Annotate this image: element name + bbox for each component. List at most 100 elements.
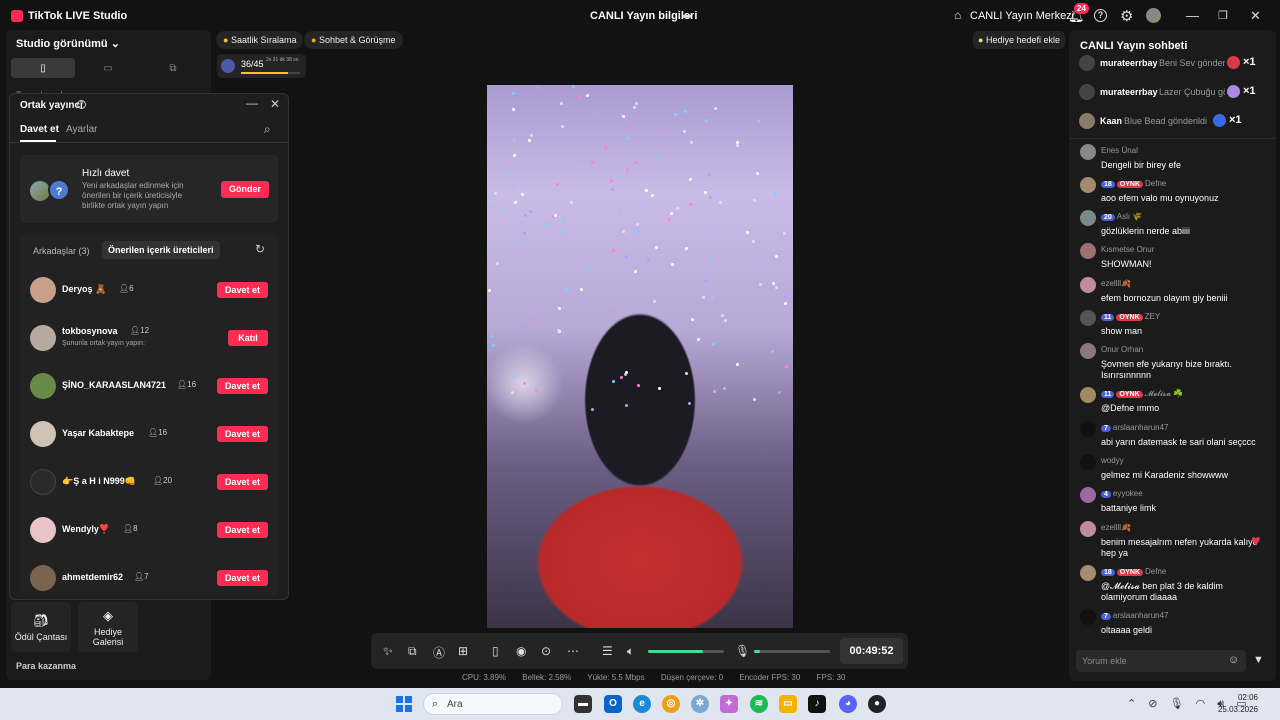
volume-slider[interactable] bbox=[648, 650, 724, 653]
search-icon[interactable]: ⌕ bbox=[264, 122, 271, 137]
invite-button[interactable]: Davet et bbox=[217, 522, 268, 538]
avatar bbox=[1079, 84, 1095, 100]
tab-suggested-creators[interactable]: Önerilen içerik üreticileri bbox=[102, 241, 220, 259]
edge-icon[interactable]: e bbox=[633, 695, 651, 713]
taskbar-search[interactable]: ⌕ Ara bbox=[423, 693, 563, 715]
outlook-icon[interactable]: O bbox=[604, 695, 622, 713]
chevron-up-icon[interactable]: ⌃ bbox=[1127, 698, 1136, 710]
message-username[interactable]: Aslı 🌾 bbox=[1117, 212, 1143, 221]
tab-friends[interactable]: Arkadaşlar (3) bbox=[33, 246, 90, 256]
message-username[interactable]: ezellll🍂 bbox=[1101, 279, 1131, 288]
clock-date[interactable]: 25.03.2026 bbox=[1203, 705, 1258, 714]
avatar[interactable] bbox=[1080, 310, 1096, 326]
share-icon[interactable]: ➦ bbox=[682, 9, 692, 23]
network-app-icon[interactable]: ✲ bbox=[691, 695, 709, 713]
microphone-icon[interactable]: 🎙︎ bbox=[1170, 698, 1184, 710]
magic-effects-icon[interactable]: ✨︎ bbox=[383, 644, 393, 659]
avatar[interactable] bbox=[1080, 565, 1096, 581]
info-icon[interactable]: ? bbox=[77, 100, 86, 109]
reward-bag-tile[interactable]: 🎒︎ Ödül Çantası bbox=[11, 602, 71, 652]
tab-settings[interactable]: Ayarlar bbox=[66, 124, 98, 135]
file-explorer-icon[interactable]: ▭ bbox=[779, 695, 797, 713]
discord-icon[interactable]: ◕ bbox=[839, 695, 857, 713]
studio-view-dropdown[interactable]: Studio görünümü ⌄ bbox=[16, 37, 120, 50]
add-gift-goal-button[interactable]: ● Hediye hedefi ekle bbox=[973, 31, 1066, 49]
message-username[interactable]: eyyokee bbox=[1113, 489, 1143, 498]
close-icon[interactable]: ✕ bbox=[1250, 8, 1261, 24]
audio-mixer-icon[interactable]: ☰ bbox=[602, 644, 613, 658]
message-username[interactable]: Onur Orhan bbox=[1101, 345, 1143, 354]
invite-button[interactable]: Davet et bbox=[217, 570, 268, 586]
avatar[interactable] bbox=[1080, 521, 1096, 537]
avatar[interactable] bbox=[1080, 277, 1096, 293]
message-username[interactable]: ZEY bbox=[1145, 312, 1161, 321]
speaker-icon[interactable]: 🔈︎ bbox=[627, 644, 634, 659]
message-username[interactable]: arslaanharun47 bbox=[1113, 423, 1169, 432]
live-center-button[interactable]: CANLI Yayın Merkezi bbox=[954, 10, 1074, 22]
invite-button[interactable]: Davet et bbox=[217, 282, 268, 298]
chrome-icon[interactable]: ◎ bbox=[662, 695, 680, 713]
music-app-icon[interactable]: ● bbox=[868, 695, 886, 713]
multi-view-tab[interactable]: ⧉ bbox=[141, 58, 205, 78]
minimize-icon[interactable]: — bbox=[1186, 8, 1199, 23]
windows-start-icon[interactable] bbox=[396, 696, 412, 712]
maximize-icon[interactable]: ❐ bbox=[1218, 9, 1228, 22]
record-icon[interactable]: ◉ bbox=[516, 644, 526, 658]
message-username[interactable]: 𝓜𝓮𝓵𝓲𝓼𝓪 ☘️ bbox=[1145, 389, 1184, 398]
refresh-icon[interactable]: ↻ bbox=[255, 242, 265, 256]
gear-icon[interactable]: ⚙ bbox=[1120, 7, 1133, 25]
gift-gallery-tile[interactable]: ◈ Hediye Galerisi bbox=[78, 602, 138, 652]
avatar[interactable] bbox=[1080, 243, 1096, 259]
avatar[interactable] bbox=[1080, 343, 1096, 359]
message-username[interactable]: arslaanharun47 bbox=[1113, 611, 1169, 620]
microphone-icon[interactable]: 🎙︎ bbox=[735, 644, 750, 658]
network-off-icon[interactable]: ⊘ bbox=[1148, 698, 1157, 710]
landscape-view-tab[interactable]: ▭ bbox=[76, 58, 140, 78]
help-icon[interactable]: ? bbox=[1094, 9, 1107, 22]
avatar[interactable] bbox=[1080, 387, 1096, 403]
avatar[interactable] bbox=[1080, 454, 1096, 470]
emoji-icon[interactable]: ☺ bbox=[1228, 654, 1239, 666]
add-scene-icon[interactable]: ⊞ bbox=[458, 644, 468, 658]
spotify-icon[interactable]: ≋ bbox=[750, 695, 768, 713]
ai-icon[interactable]: Ⓐ bbox=[433, 644, 445, 661]
minimize-icon[interactable]: — bbox=[246, 96, 258, 110]
invite-button[interactable]: Davet et bbox=[217, 378, 268, 394]
hourly-ranking-pill[interactable]: ● Saatlik Sıralama bbox=[216, 31, 304, 49]
message-username[interactable]: ezellll🍂 bbox=[1101, 523, 1131, 532]
comment-input[interactable] bbox=[1082, 650, 1222, 672]
message-username[interactable]: Kısmetse Onur bbox=[1101, 245, 1154, 254]
avatar[interactable] bbox=[1146, 8, 1161, 23]
send-icon[interactable]: ▼ bbox=[1253, 654, 1264, 666]
avatar[interactable] bbox=[1080, 210, 1096, 226]
gift-goal-widget[interactable]: 36/45 2s 31 dk 38 sn bbox=[217, 54, 306, 78]
clock-time[interactable]: 02:06 bbox=[1220, 693, 1258, 702]
phone-icon[interactable]: ▯ bbox=[492, 644, 499, 658]
tab-invite[interactable]: Davet et bbox=[20, 124, 59, 135]
invite-button[interactable]: Davet et bbox=[217, 426, 268, 442]
windows-taskbar: ⌕ Ara ▬ O e ◎ ✲ ✦ ≋ ▭ ♪ ◕ ● ⌃ ⊘ 🎙︎ ◠ 🔊︎ … bbox=[0, 688, 1280, 720]
more-icon[interactable]: ⋯ bbox=[567, 644, 579, 658]
close-icon[interactable]: ✕ bbox=[270, 97, 280, 111]
avatar[interactable] bbox=[1080, 421, 1096, 437]
screenshot-icon[interactable]: ⊙ bbox=[541, 644, 551, 658]
message-username[interactable]: Defne bbox=[1145, 179, 1166, 188]
join-button[interactable]: Katıl bbox=[228, 330, 268, 346]
live-video-preview[interactable] bbox=[487, 85, 793, 628]
portrait-view-tab[interactable]: ▯ bbox=[11, 58, 75, 78]
message-username[interactable]: Defne bbox=[1145, 567, 1166, 576]
caption-icon[interactable]: ⧉ bbox=[408, 644, 417, 659]
task-view-icon[interactable]: ▬ bbox=[574, 695, 592, 713]
message-username[interactable]: wodyy bbox=[1101, 456, 1124, 465]
avatar[interactable] bbox=[1080, 144, 1096, 160]
mic-volume-slider[interactable] bbox=[754, 650, 830, 653]
message-username[interactable]: Enes Ünal bbox=[1101, 146, 1138, 155]
send-button[interactable]: Gönder bbox=[221, 181, 269, 198]
tiktok-live-studio-icon[interactable]: ♪ bbox=[808, 695, 826, 713]
invite-button[interactable]: Davet et bbox=[217, 474, 268, 490]
avatar[interactable] bbox=[1080, 487, 1096, 503]
avatar[interactable] bbox=[1080, 177, 1096, 193]
copilot-icon[interactable]: ✦ bbox=[720, 695, 738, 713]
avatar[interactable] bbox=[1080, 609, 1096, 625]
chat-call-pill[interactable]: ● Sohbet & Görüşme bbox=[304, 31, 403, 49]
